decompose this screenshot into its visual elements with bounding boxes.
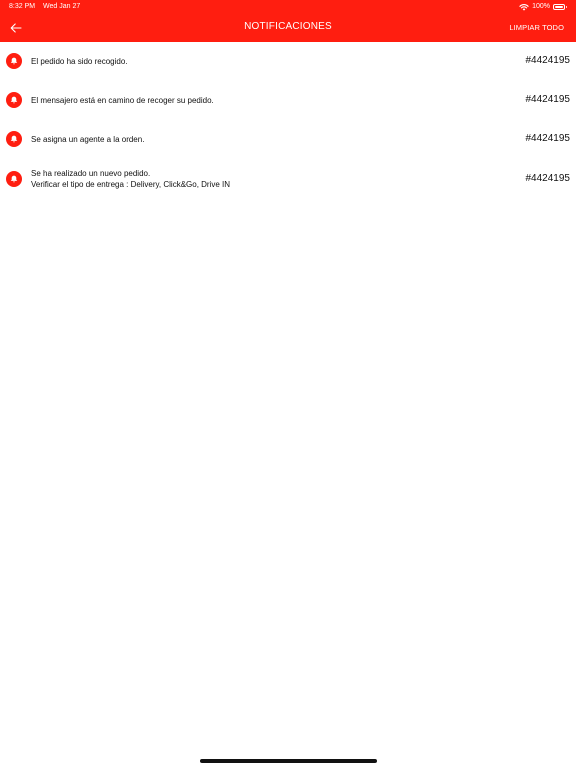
- notification-item[interactable]: El pedido ha sido recogido. #4424195: [0, 42, 576, 80]
- home-indicator: [200, 759, 377, 763]
- notification-message: El pedido ha sido recogido.: [31, 57, 128, 66]
- status-indicators: 100%: [519, 1, 567, 13]
- bell-icon: [6, 53, 22, 69]
- nav-bar: NOTIFICACIONES LIMPIAR TODO: [0, 14, 576, 42]
- order-number: #4424195: [525, 94, 571, 105]
- battery-percent: 100%: [532, 3, 550, 10]
- bell-icon: [6, 171, 22, 187]
- header-bar: 8:32 PM Wed Jan 27 100% NOTIFICACIONES L…: [0, 0, 576, 42]
- notification-message: Se ha realizado un nuevo pedido.: [31, 169, 151, 178]
- notification-item[interactable]: El mensajero está en camino de recoger s…: [0, 81, 576, 119]
- status-time: 8:32 PM: [9, 3, 36, 10]
- notification-message: El mensajero está en camino de recoger s…: [31, 96, 214, 105]
- page-title: NOTIFICACIONES: [244, 21, 332, 32]
- notification-item[interactable]: Se ha realizado un nuevo pedido. Verific…: [0, 159, 576, 201]
- status-bar: 8:32 PM Wed Jan 27 100%: [0, 1, 576, 13]
- battery-icon: [553, 4, 567, 10]
- notification-item[interactable]: Se asigna un agente a la orden. #4424195: [0, 120, 576, 158]
- notification-message-detail: Verificar el tipo de entrega : Delivery,…: [31, 180, 231, 189]
- order-number: #4424195: [525, 55, 571, 66]
- notification-message: Se asigna un agente a la orden.: [31, 135, 145, 144]
- status-date: Wed Jan 27: [43, 3, 81, 10]
- wifi-icon: [519, 4, 529, 11]
- order-number: #4424195: [525, 133, 571, 144]
- bell-icon: [6, 92, 22, 108]
- order-number: #4424195: [525, 173, 571, 184]
- clear-all-button[interactable]: LIMPIAR TODO: [509, 23, 564, 32]
- bell-icon: [6, 131, 22, 147]
